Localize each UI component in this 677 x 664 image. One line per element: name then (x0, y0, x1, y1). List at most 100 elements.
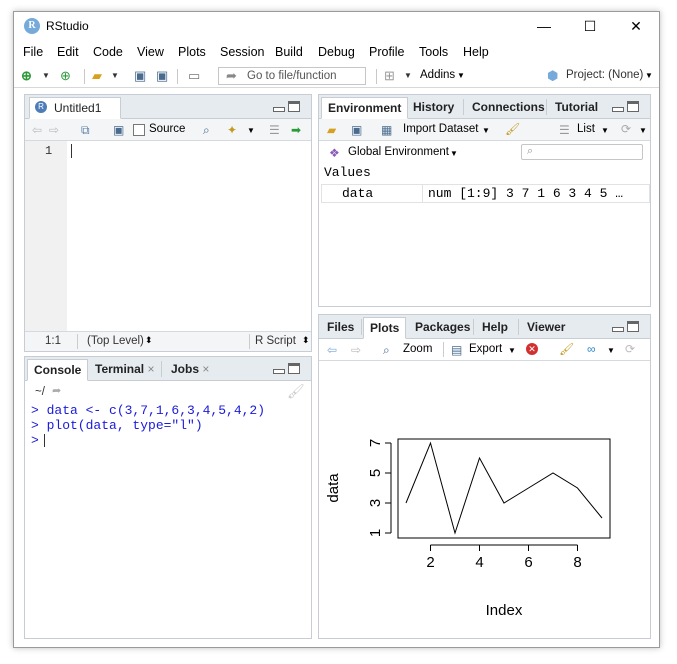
scope-selector[interactable]: (Top Level) (87, 335, 144, 347)
dropdown-arrow-icon[interactable]: ▼ (482, 126, 490, 135)
clear-console-icon[interactable]: 🖌 (287, 383, 305, 400)
outline-icon[interactable]: ☰ (269, 123, 280, 137)
export-button[interactable]: Export (469, 343, 502, 355)
open-workspace-icon[interactable]: ▰ (327, 123, 336, 137)
close-button[interactable]: ✕ (613, 12, 659, 40)
dropdown-arrow-icon[interactable]: ▼ (645, 71, 653, 80)
file-type-selector[interactable]: R Script (255, 335, 296, 347)
new-project-icon[interactable]: ⊕ (60, 68, 71, 84)
menu-profile[interactable]: Profile (369, 45, 404, 59)
x-tick-label: 6 (524, 554, 532, 571)
console-output[interactable]: > data <- c(3,7,1,6,3,4,5,4,2) > plot(da… (31, 403, 265, 448)
data-series-line (405, 441, 603, 535)
refresh-icon[interactable]: ⟳ (621, 122, 631, 136)
toolbar-separator (177, 69, 178, 84)
tab-terminal[interactable]: Terminal × (89, 359, 160, 381)
tab-help[interactable]: Help (476, 317, 514, 339)
menu-edit[interactable]: Edit (57, 45, 79, 59)
dropdown-arrow-icon[interactable]: ▼ (42, 68, 50, 84)
title-bar: R RStudio — ☐ ✕ (14, 12, 659, 40)
search-icon[interactable]: ⌕ (203, 123, 210, 137)
save-icon[interactable]: ▣ (113, 123, 124, 137)
code-editor[interactable] (67, 141, 311, 331)
console-pane: Console Terminal × Jobs × ~/ ➦ 🖌 > data … (24, 356, 312, 639)
maximize-button[interactable]: ☐ (567, 12, 613, 40)
pane-minmax-controls[interactable] (273, 101, 303, 113)
dropdown-arrow-icon[interactable]: ▼ (450, 149, 458, 158)
dropdown-arrow-icon[interactable]: ▼ (601, 126, 609, 135)
tab-viewer[interactable]: Viewer (521, 317, 571, 339)
tab-jobs[interactable]: Jobs × (165, 359, 215, 381)
environment-search-input[interactable]: ⌕ (521, 144, 643, 160)
go-to-directory-icon[interactable]: ➦ (52, 384, 61, 397)
view-mode-selector[interactable]: List (577, 123, 595, 135)
grid-layout-icon[interactable]: ⊞ (384, 68, 395, 84)
open-file-icon[interactable]: ▰ (92, 68, 102, 84)
broom-icon[interactable]: 🖌 (559, 342, 574, 356)
show-in-window-icon[interactable]: ⧉ (81, 123, 90, 137)
addins-menu[interactable]: Addins (420, 69, 455, 81)
project-menu[interactable]: Project: (None) (566, 69, 643, 81)
run-icon[interactable]: ➡ (291, 123, 301, 137)
tab-tutorial[interactable]: Tutorial (549, 97, 604, 119)
menu-help[interactable]: Help (463, 45, 489, 59)
menu-plots[interactable]: Plots (178, 45, 206, 59)
tab-console[interactable]: Console (27, 359, 89, 381)
menu-build[interactable]: Build (275, 45, 303, 59)
line-plot: 2 4 6 8 1 3 5 7 Index data (325, 438, 611, 619)
tab-plots[interactable]: Plots (363, 317, 407, 339)
source-on-save-checkbox[interactable] (133, 124, 145, 136)
tab-packages[interactable]: Packages (409, 317, 476, 339)
minimize-button[interactable]: — (521, 12, 567, 40)
zoom-button[interactable]: Zoom (403, 343, 432, 355)
menu-view[interactable]: View (137, 45, 164, 59)
broom-icon[interactable]: 🖌 (505, 122, 520, 136)
remove-plot-icon[interactable]: ✕ (526, 343, 538, 355)
menu-session[interactable]: Session (220, 45, 264, 59)
pane-minmax-controls[interactable] (273, 363, 303, 375)
dropdown-arrow-icon[interactable]: ▼ (639, 126, 647, 135)
menu-tools[interactable]: Tools (419, 45, 448, 59)
import-dataset-button[interactable]: Import Dataset (403, 123, 478, 135)
editor-pane: Untitled1 × R ⇦ ⇨ ⧉ ▣ Source ⌕ ✦ ▼ ☰ ➡ 1… (24, 94, 312, 352)
back-icon[interactable]: ⇦ (32, 123, 42, 137)
environment-scope-selector[interactable]: Global Environment (348, 146, 449, 158)
goto-file-input[interactable]: Go to file/function (218, 67, 366, 85)
dropdown-arrow-icon[interactable]: ▼ (404, 68, 412, 84)
publish-icon[interactable]: ∞ (587, 342, 596, 356)
previous-plot-icon[interactable]: ⇦ (327, 343, 337, 357)
menu-debug[interactable]: Debug (318, 45, 355, 59)
save-icon[interactable]: ▣ (134, 68, 146, 84)
import-dataset-icon: ▦ (381, 123, 393, 137)
new-file-icon[interactable]: ⊕ (21, 68, 32, 84)
dropdown-arrow-icon[interactable]: ▼ (247, 126, 255, 135)
menu-code[interactable]: Code (93, 45, 123, 59)
tab-files[interactable]: Files (321, 317, 360, 339)
environment-tabstrip: Environment History Connections Tutorial (319, 95, 650, 119)
environment-row[interactable]: data num [1:9] 3 7 1 6 3 4 5 … (321, 184, 650, 203)
tab-history[interactable]: History (407, 97, 460, 119)
working-directory[interactable]: ~/ (35, 386, 45, 398)
tab-connections[interactable]: Connections (466, 97, 551, 119)
variable-value: num [1:9] 3 7 1 6 3 4 5 … (428, 186, 624, 201)
console-tabstrip: Console Terminal × Jobs × (25, 357, 311, 381)
magic-wand-icon[interactable]: ✦ (227, 123, 237, 137)
y-axis-label: data (325, 473, 342, 503)
x-tick-label: 8 (573, 554, 581, 571)
next-plot-icon[interactable]: ⇨ (351, 343, 361, 357)
save-workspace-icon[interactable]: ▣ (351, 123, 362, 137)
pane-minmax-controls[interactable] (612, 101, 642, 113)
dropdown-arrow-icon[interactable]: ▼ (111, 68, 119, 84)
save-all-icon[interactable]: ▣ (156, 68, 168, 84)
editor-tabstrip: Untitled1 × R (25, 95, 311, 135)
forward-icon[interactable]: ⇨ (49, 123, 59, 137)
print-icon[interactable]: ▭ (188, 68, 200, 84)
dropdown-arrow-icon[interactable]: ▼ (508, 346, 516, 355)
menu-file[interactable]: File (23, 45, 43, 59)
tab-environment[interactable]: Environment (321, 97, 409, 119)
dropdown-arrow-icon[interactable]: ▼ (457, 71, 465, 80)
dropdown-arrow-icon[interactable]: ▼ (607, 346, 615, 355)
pane-minmax-controls[interactable] (612, 321, 642, 333)
list-view-icon: ☰ (559, 123, 570, 137)
refresh-icon[interactable]: ⟳ (625, 342, 635, 356)
